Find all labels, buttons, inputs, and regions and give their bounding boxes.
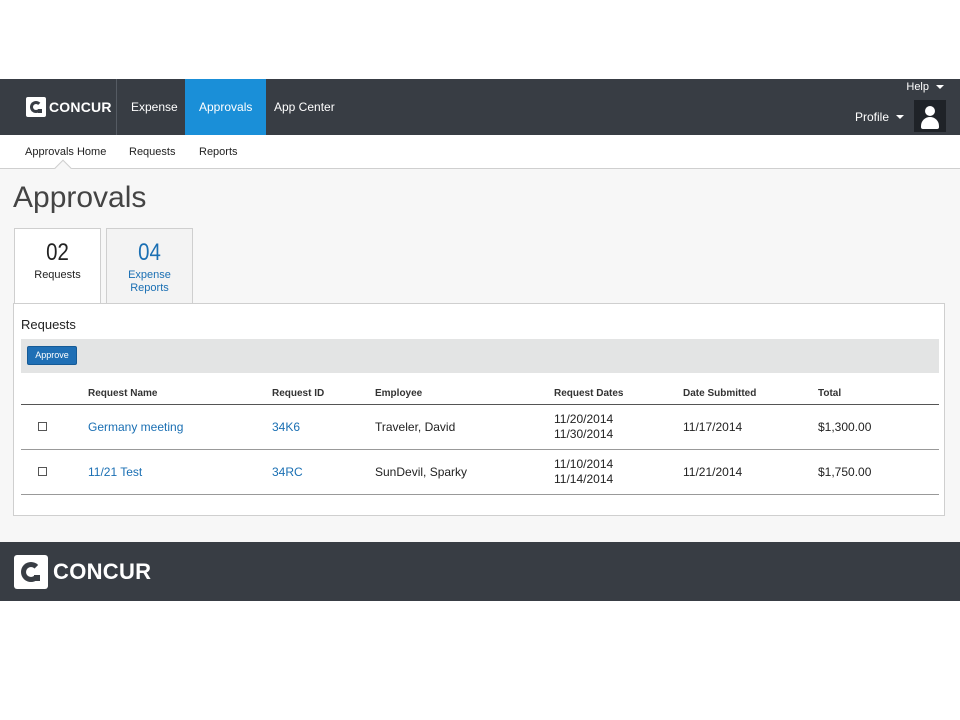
column-header-request-dates[interactable]: Request Dates: [554, 383, 683, 405]
column-header-employee[interactable]: Employee: [375, 383, 554, 405]
request-date-start: 11/20/2014: [554, 411, 614, 426]
request-date-end: 11/14/2014: [554, 471, 614, 486]
concur-logo-text: CONCUR: [49, 99, 112, 115]
request-id-link[interactable]: 34RC: [272, 449, 375, 495]
tab-expense-reports-label: Expense Reports: [128, 269, 171, 294]
concur-logo-icon: [14, 555, 48, 589]
nav-item-app-center[interactable]: App Center: [260, 79, 349, 135]
column-header-request-name[interactable]: Request Name: [88, 383, 272, 405]
tab-expense-reports[interactable]: 04 Expense Reports: [106, 228, 193, 303]
column-header-date-submitted[interactable]: Date Submitted: [683, 383, 818, 405]
nav-item-expense[interactable]: Expense: [117, 79, 192, 135]
column-header-request-id[interactable]: Request ID: [272, 383, 375, 405]
row-select-cell: [21, 449, 88, 495]
help-menu[interactable]: Help: [906, 81, 944, 93]
requests-table: Request Name Request ID Employee Request…: [21, 383, 939, 495]
column-header-total[interactable]: Total: [818, 383, 939, 405]
profile-menu[interactable]: Profile: [855, 110, 904, 124]
row-select-cell: [21, 404, 88, 450]
employee-cell: SunDevil, Sparky: [375, 449, 554, 495]
tab-expense-reports-count: 04: [138, 239, 161, 266]
request-date-end: 11/30/2014: [554, 426, 614, 441]
row-checkbox[interactable]: [38, 466, 47, 476]
request-id-link[interactable]: 34K6: [272, 404, 375, 450]
date-submitted-cell: 11/21/2014: [683, 449, 818, 495]
request-date-start: 11/10/2014: [554, 456, 614, 471]
table-row: Germany meeting 34K6 Traveler, David 11/…: [21, 404, 939, 450]
footer-logo-text: CONCUR: [53, 559, 152, 584]
panel-title: Requests: [21, 317, 76, 332]
profile-label: Profile: [854, 110, 889, 124]
help-label: Help: [906, 81, 929, 93]
request-dates-cell: 11/10/2014 11/14/2014: [554, 449, 683, 495]
tab-requests-count: 02: [46, 239, 69, 266]
date-submitted-cell: 11/17/2014: [683, 404, 818, 450]
total-cell: $1,300.00: [818, 404, 939, 450]
request-dates-cell: 11/20/2014 11/30/2014: [554, 404, 683, 450]
table-row: 11/21 Test 34RC SunDevil, Sparky 11/10/2…: [21, 449, 939, 495]
table-header-row: Request Name Request ID Employee Request…: [21, 383, 939, 405]
footer: CONCUR: [0, 542, 960, 601]
chevron-down-icon: [936, 85, 944, 89]
sub-navigation-bar: Approvals Home Requests Reports: [0, 135, 960, 177]
avatar-icon[interactable]: [914, 100, 946, 132]
app-window: CONCUR Expense Approvals App Center Help…: [0, 79, 960, 601]
nav-item-approvals[interactable]: Approvals: [185, 79, 267, 135]
page-title: Approvals: [13, 181, 147, 214]
subnav-item-reports[interactable]: Reports: [199, 135, 238, 169]
action-bar: Approve: [21, 339, 939, 373]
row-checkbox[interactable]: [38, 421, 47, 431]
concur-logo-icon: [26, 97, 46, 117]
tab-requests-label: Requests: [34, 269, 81, 281]
concur-logo[interactable]: CONCUR: [26, 97, 112, 117]
request-name-link[interactable]: 11/21 Test: [88, 449, 272, 495]
column-header-select: [21, 383, 88, 405]
chevron-down-icon: [896, 115, 904, 119]
top-navigation-bar: CONCUR Expense Approvals App Center Help…: [0, 79, 960, 135]
requests-panel: Requests Approve Request Name Request ID…: [13, 303, 945, 516]
request-name-link[interactable]: Germany meeting: [88, 404, 272, 450]
employee-cell: Traveler, David: [375, 404, 554, 450]
subnav-item-requests[interactable]: Requests: [129, 135, 175, 169]
approve-button[interactable]: Approve: [27, 346, 77, 365]
tab-requests[interactable]: 02 Requests: [14, 228, 101, 304]
total-cell: $1,750.00: [818, 449, 939, 495]
footer-logo: CONCUR: [14, 555, 151, 589]
